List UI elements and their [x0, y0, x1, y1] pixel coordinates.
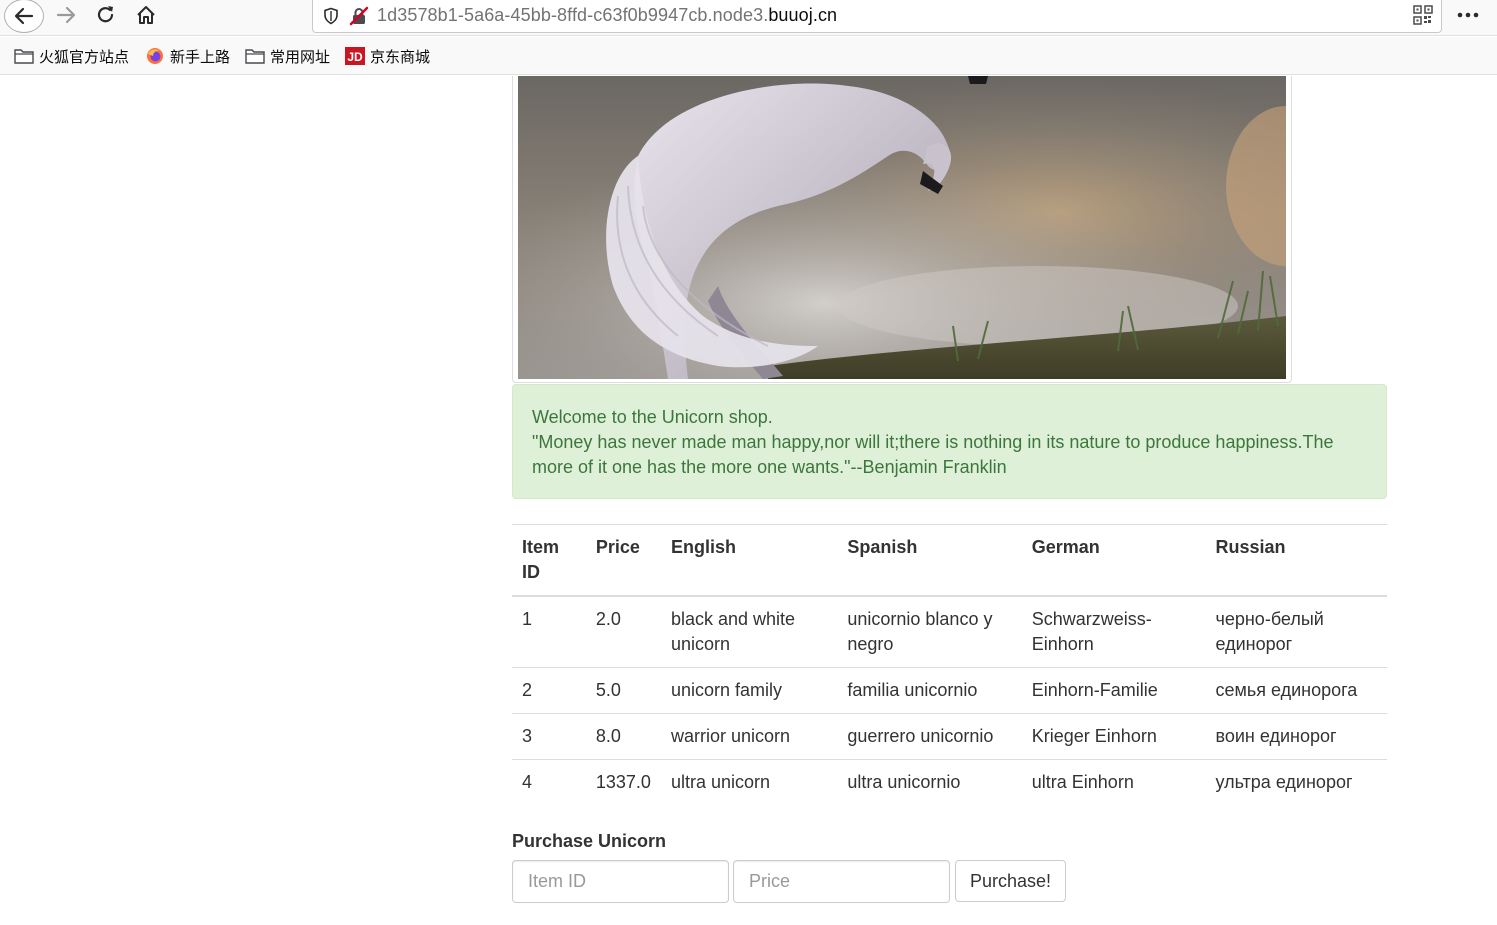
svg-text:JD: JD	[347, 50, 363, 64]
cell-english: black and white unicorn	[670, 609, 796, 654]
arrow-right-icon	[56, 6, 76, 24]
header-russian: Russian	[1205, 524, 1387, 597]
header-item-id: Item ID	[512, 524, 586, 597]
url-text[interactable]: 1d3578b1-5a6a-45bb-8ffd-c63f0b9947cb.nod…	[377, 5, 837, 26]
reload-button[interactable]	[90, 0, 122, 30]
cell-price: 8.0	[585, 713, 661, 760]
bookmark-getting-started[interactable]: 新手上路	[145, 45, 230, 67]
cell-spanish: unicornio blanco y negro	[847, 609, 993, 654]
bookmark-jd-mall[interactable]: JD 京东商城	[345, 45, 430, 67]
home-icon	[137, 6, 155, 24]
forward-button[interactable]	[50, 0, 82, 30]
jd-icon: JD	[345, 47, 365, 65]
bookmarks-toolbar: 火狐官方站点 新手上路 常用网址 JD 京东商城	[0, 37, 1497, 75]
unicorn-table: Item ID Price English Spanish German Rus…	[512, 524, 1387, 805]
cell-english: warrior unicorn	[660, 713, 838, 760]
url-path: 1d3578b1-5a6a-45bb-8ffd-c63f0b9947cb.nod…	[377, 5, 769, 25]
arrow-left-icon	[14, 7, 34, 25]
cell-russian: черно-белый единорог	[1215, 609, 1324, 654]
bookmark-firefox-official[interactable]: 火狐官方站点	[14, 45, 129, 67]
unicorn-image-frame	[512, 76, 1292, 383]
table-row: 3 8.0 warrior unicorn guerrero unicornio…	[512, 713, 1387, 760]
page-actions-menu-button[interactable]	[1454, 2, 1482, 28]
cell-german: ultra Einhorn	[1021, 759, 1206, 805]
cell-price: 1337.0	[585, 759, 661, 805]
purchase-button[interactable]: Purchase!	[955, 860, 1066, 902]
cell-english: unicorn family	[660, 667, 838, 714]
cell-english: ultra unicorn	[660, 759, 838, 805]
table-row: 4 1337.0 ultra unicorn ultra unicornio u…	[512, 759, 1387, 805]
reload-icon	[97, 6, 114, 23]
unicorn-image	[518, 76, 1286, 379]
back-button[interactable]	[4, 0, 44, 33]
cell-german: Schwarzweiss-Einhorn	[1031, 609, 1152, 654]
cell-spanish: familia unicornio	[837, 667, 1022, 714]
cell-item-id: 3	[512, 713, 586, 760]
cell-german: Einhorn-Familie	[1021, 667, 1206, 714]
cell-russian: воин единорог	[1205, 713, 1387, 760]
bookmark-label: 常用网址	[270, 48, 331, 66]
cell-russian: ультра единорог	[1205, 759, 1387, 805]
cell-spanish: ultra unicornio	[837, 759, 1022, 805]
table-row: 2 5.0 unicorn family familia unicornio E…	[512, 667, 1387, 714]
cell-price: 5.0	[585, 667, 661, 714]
cell-item-id: 1	[522, 609, 533, 629]
header-price: Price	[585, 524, 661, 597]
address-bar[interactable]: 1d3578b1-5a6a-45bb-8ffd-c63f0b9947cb.nod…	[312, 0, 1442, 33]
purchase-form-title: Purchase Unicorn	[512, 831, 667, 851]
insecure-lock-icon[interactable]	[349, 6, 369, 26]
cell-item-id: 2	[512, 667, 586, 714]
header-spanish: Spanish	[837, 524, 1022, 597]
bookmark-label: 火狐官方站点	[39, 48, 130, 66]
cell-russian: семья единорога	[1205, 667, 1387, 714]
cell-german: Krieger Einhorn	[1021, 713, 1206, 760]
shield-icon[interactable]	[321, 6, 341, 26]
table-row: 1 2.0 black and white unicorn unicornio …	[512, 596, 1387, 668]
item-id-input[interactable]	[512, 860, 729, 903]
alert-quote-text: "Money has never made man happy,nor will…	[532, 432, 1334, 477]
bookmark-label: 京东商城	[370, 48, 431, 66]
price-input[interactable]	[733, 860, 950, 903]
cell-item-id: 4	[512, 759, 586, 805]
folder-icon	[14, 47, 34, 65]
table-header-row: Item ID Price English Spanish German Rus…	[512, 524, 1387, 597]
firefox-icon	[145, 47, 165, 65]
home-button[interactable]	[130, 0, 162, 30]
alert-welcome-text: Welcome to the Unicorn shop.	[532, 407, 773, 427]
folder-icon	[245, 47, 265, 65]
cell-price: 2.0	[595, 609, 621, 629]
bookmark-label: 新手上路	[170, 48, 231, 66]
qr-code-icon[interactable]	[1413, 5, 1433, 25]
bookmark-common-sites[interactable]: 常用网址	[245, 45, 330, 67]
header-german: German	[1021, 524, 1206, 597]
welcome-alert: Welcome to the Unicorn shop. "Money has …	[512, 384, 1387, 499]
header-english: English	[660, 524, 838, 597]
ellipsis-icon	[1457, 12, 1479, 18]
url-host: buuoj.cn	[768, 5, 838, 25]
browser-toolbar: 1d3578b1-5a6a-45bb-8ffd-c63f0b9947cb.nod…	[0, 0, 1497, 36]
cell-spanish: guerrero unicornio	[837, 713, 1022, 760]
page-content: Welcome to the Unicorn shop. "Money has …	[0, 76, 1497, 925]
